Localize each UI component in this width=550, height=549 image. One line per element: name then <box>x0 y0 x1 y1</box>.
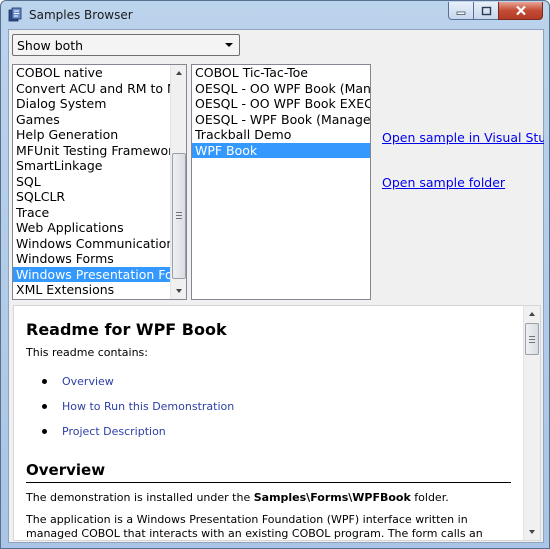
install-path: Samples\Forms\WPFBook <box>253 491 411 504</box>
grip-line <box>529 342 535 343</box>
client-area: Show both COBOL native Convert ACU and RM… <box>8 29 544 543</box>
overview-heading: Overview <box>26 461 106 479</box>
category-list-item[interactable]: Windows Forms <box>13 251 170 267</box>
grip-line <box>529 336 535 337</box>
category-list-item[interactable]: XML Extensions <box>13 282 170 298</box>
minimize-icon <box>456 11 466 15</box>
category-scrollbar[interactable] <box>170 65 186 299</box>
grip-line <box>529 339 535 340</box>
readme-scroll-down-button[interactable] <box>524 524 540 540</box>
category-list-item[interactable]: SQL <box>13 174 170 190</box>
category-list-item[interactable]: Windows Presentation Foundation <box>13 266 170 282</box>
category-listbox[interactable]: COBOL native Convert ACU and RM to MF Dial… <box>12 64 187 300</box>
application-description: The application is a Windows Presentatio… <box>26 513 483 540</box>
chevron-down-icon <box>225 43 233 47</box>
category-list-item[interactable]: MFUnit Testing Framework <box>13 143 170 159</box>
scroll-up-button[interactable] <box>171 65 186 81</box>
sample-listbox[interactable]: COBOL Tic-Tac-Toe OESQL - OO WPF Book (Ma… <box>191 64 371 300</box>
sample-list-item[interactable]: WPF Book <box>192 142 370 158</box>
readme-title: Readme for WPF Book <box>26 320 227 339</box>
grip-line <box>176 218 182 219</box>
close-button[interactable] <box>498 2 543 20</box>
para-prefix: The demonstration is installed under the <box>26 491 254 504</box>
arrow-up-icon <box>529 312 535 316</box>
close-icon <box>515 5 526 16</box>
sample-list-item[interactable]: OESQL - OO WPF Book (Managed) <box>192 81 370 97</box>
arrow-down-icon <box>529 530 535 534</box>
sample-list-item[interactable]: OESQL - WPF Book (Managed) <box>192 112 370 128</box>
category-list: COBOL native Convert ACU and RM to MF Dial… <box>13 65 170 298</box>
sample-list-item[interactable]: OESQL - OO WPF Book EXEC <box>192 96 370 112</box>
arrow-up-icon <box>176 71 182 75</box>
category-list-item[interactable]: SQLCLR <box>13 189 170 205</box>
grip-line <box>176 212 182 213</box>
readme-pane: Readme for WPF Book This readme contains… <box>13 305 541 541</box>
category-list-item[interactable]: Games <box>13 112 170 128</box>
filter-dropdown-value: Show both <box>17 38 84 53</box>
scroll-thumb[interactable] <box>172 153 186 279</box>
category-list-item[interactable]: Convert ACU and RM to MF <box>13 81 170 97</box>
maximize-button[interactable] <box>473 2 499 20</box>
grip-line <box>176 215 182 216</box>
toc-link-overview[interactable]: Overview <box>42 375 234 400</box>
filter-dropdown[interactable]: Show both <box>12 34 240 56</box>
samples-browser-window: Samples Browser Show both COBOL native Co… <box>0 0 550 549</box>
open-sample-folder-link[interactable]: Open sample folder <box>382 175 505 190</box>
toc-link-project-description[interactable]: Project Description <box>42 425 234 450</box>
divider <box>26 482 511 483</box>
toc-link-how-to-run[interactable]: How to Run this Demonstration <box>42 400 234 425</box>
category-list-item[interactable]: Dialog System <box>13 96 170 112</box>
category-list-item[interactable]: COBOL native <box>13 65 170 81</box>
app-icon <box>8 7 22 22</box>
readme-intro: This readme contains: <box>26 346 148 359</box>
category-list-item[interactable]: Trace <box>13 205 170 221</box>
readme-toc: Overview How to Run this Demonstration P… <box>42 375 234 450</box>
maximize-icon <box>481 6 491 15</box>
open-in-visual-studio-link[interactable]: Open sample in Visual Studio <box>382 130 544 145</box>
sample-list-item[interactable]: Trackball Demo <box>192 127 370 143</box>
window-title: Samples Browser <box>29 8 133 22</box>
readme-scroll-thumb[interactable] <box>525 323 539 355</box>
minimize-button[interactable] <box>448 2 474 20</box>
category-list-item[interactable]: Help Generation <box>13 127 170 143</box>
scroll-down-button[interactable] <box>171 283 186 299</box>
install-location-text: The demonstration is installed under the… <box>26 491 449 504</box>
para-suffix: folder. <box>410 491 449 504</box>
category-list-item[interactable]: Web Applications <box>13 220 170 236</box>
sample-list-item[interactable]: COBOL Tic-Tac-Toe <box>192 65 370 81</box>
category-list-item[interactable]: Windows Communication Foundation <box>13 236 170 252</box>
arrow-down-icon <box>176 289 182 293</box>
readme-scrollbar[interactable] <box>523 306 540 540</box>
sample-list: COBOL Tic-Tac-Toe OESQL - OO WPF Book (Ma… <box>192 65 370 158</box>
category-list-item[interactable]: SmartLinkage <box>13 158 170 174</box>
readme-scroll-up-button[interactable] <box>524 306 540 322</box>
title-bar[interactable]: Samples Browser <box>1 1 549 29</box>
